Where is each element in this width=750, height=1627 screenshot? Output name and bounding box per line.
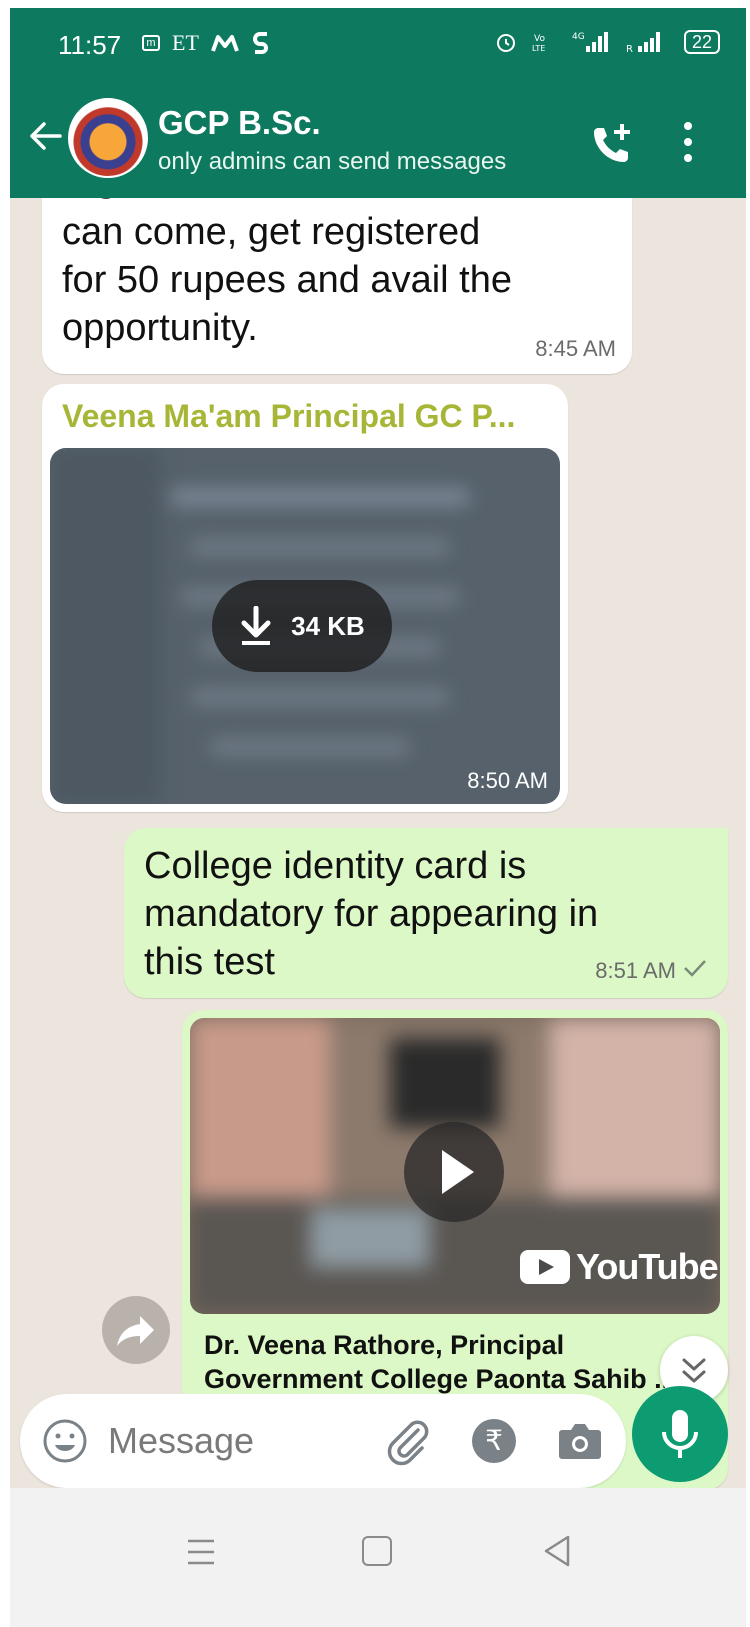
youtube-wordmark: YouTube: [576, 1246, 719, 1287]
sender-name[interactable]: Veena Ma'am Principal GC P...: [62, 398, 515, 435]
chat-header: GCP B.Sc. only admins can send messages: [10, 84, 746, 198]
message-time: 8:50 AM: [467, 768, 548, 793]
recent-apps-icon[interactable]: [186, 1538, 216, 1566]
notification-gmail-icon: [211, 35, 239, 52]
signal-4g-icon: 4G: [572, 32, 608, 52]
message-bubble-outgoing[interactable]: College identity card is mandatory for a…: [124, 828, 728, 998]
youtube-logo: YouTube: [520, 1246, 719, 1288]
svg-text:LTE: LTE: [532, 44, 545, 53]
svg-text:R: R: [626, 44, 633, 54]
message-time: 8:51 AM: [595, 958, 676, 983]
forward-button[interactable]: [102, 1296, 170, 1364]
message-composer: ₹: [20, 1394, 626, 1488]
message-bubble-document[interactable]: Veena Ma'am Principal GC P... 34 KB 8:50…: [42, 384, 568, 812]
volte-icon: VoLTE: [532, 34, 545, 53]
svg-text:Vo: Vo: [534, 34, 545, 44]
forward-icon: [117, 1316, 154, 1346]
attach-icon[interactable]: [382, 1416, 432, 1466]
video-thumbnail[interactable]: YouTube: [190, 1018, 720, 1314]
sent-check-icon: [684, 960, 706, 977]
signal-roaming-icon: R: [626, 32, 660, 54]
payment-rupee-icon[interactable]: ₹: [472, 1419, 516, 1463]
notification-et-icon: ET: [172, 30, 199, 55]
nav-back-icon[interactable]: [542, 1534, 572, 1568]
youtube-play-icon: [520, 1250, 570, 1284]
download-button[interactable]: 34 KB: [212, 580, 392, 672]
add-call-icon[interactable]: [588, 120, 636, 168]
document-size: 34 KB: [291, 610, 365, 641]
message-input[interactable]: [108, 1414, 358, 1468]
message-time-wrap: 8:51 AM: [595, 958, 708, 984]
chat-subtitle: only admins can send messages: [158, 148, 507, 175]
message-line: for 50 rupees and avail the: [62, 259, 512, 301]
message-bubble-incoming[interactable]: registration is allowed. You can come, g…: [42, 198, 632, 374]
camera-icon[interactable]: [556, 1418, 604, 1464]
more-options-icon[interactable]: [676, 118, 700, 166]
notification-m-icon: m: [142, 35, 160, 51]
status-left-icons: m ET: [142, 30, 271, 56]
chat-area[interactable]: registration is allowed. You can come, g…: [10, 198, 746, 1488]
group-avatar[interactable]: [68, 98, 148, 178]
message-line: can come, get registered: [62, 211, 481, 253]
battery-indicator: 22: [683, 30, 720, 54]
home-icon[interactable]: [362, 1536, 392, 1566]
message-line: College identity card is: [144, 845, 527, 887]
voice-record-button[interactable]: [632, 1386, 728, 1482]
message-time: 8:45 AM: [535, 336, 616, 361]
chat-title[interactable]: GCP B.Sc.: [158, 104, 321, 142]
svg-text:4G: 4G: [572, 32, 585, 42]
status-bar: 11:57 m ET Vo LTE 4G R 22: [10, 8, 746, 84]
system-navigation-bar: [10, 1488, 746, 1627]
status-right-icons: Vo LTE 4G R 22: [494, 30, 720, 54]
phone-screen: 11:57 m ET Vo LTE 4G R 22 GCP B.Sc. only …: [10, 8, 746, 1627]
notification-g-icon: [252, 32, 268, 54]
play-icon: [442, 1150, 474, 1194]
microphone-icon: [662, 1410, 698, 1458]
document-preview[interactable]: 34 KB: [50, 448, 560, 804]
play-button[interactable]: [404, 1122, 504, 1222]
message-text: registration is allowed. You can come, g…: [62, 198, 622, 352]
message-line: mandatory for appearing in: [144, 893, 599, 935]
emoji-icon[interactable]: [42, 1418, 88, 1464]
download-icon: [241, 606, 271, 645]
back-arrow-icon[interactable]: [26, 116, 66, 156]
alarm-icon: [496, 34, 515, 52]
status-time: 11:57: [58, 30, 122, 60]
